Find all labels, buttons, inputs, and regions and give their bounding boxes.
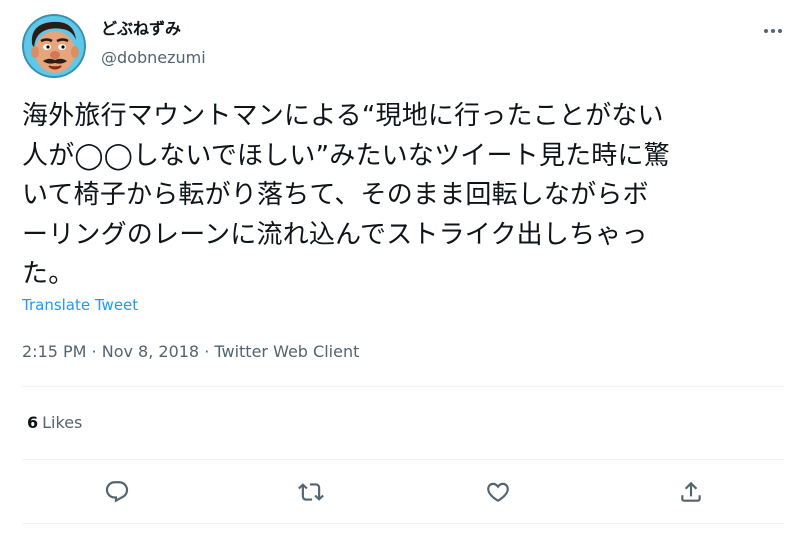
reply-button[interactable] <box>103 478 131 506</box>
share-icon <box>681 481 701 502</box>
divider <box>22 523 784 524</box>
more-options-button[interactable] <box>758 18 788 44</box>
heart-icon <box>487 482 509 502</box>
likes-count: 6 <box>27 413 39 432</box>
retweet-button[interactable] <box>297 478 325 506</box>
likes-label: Likes <box>42 413 83 432</box>
author-handle[interactable]: @dobnezumi <box>101 47 206 69</box>
retweet-icon <box>298 483 324 501</box>
more-horizontal-icon <box>764 29 782 33</box>
tweet-text: 海外旅行マウントマンによる“現地に行ったことがない 人が◯◯しないでほしい”みた… <box>22 101 670 289</box>
author-display-name[interactable]: どぶねずみ <box>101 18 181 40</box>
reply-icon <box>105 481 129 503</box>
divider <box>22 459 784 460</box>
tweet-timestamp-source[interactable]: 2:15 PM · Nov 8, 2018 · Twitter Web Clie… <box>22 341 359 363</box>
likes-stat[interactable]: 6 Likes <box>27 412 82 434</box>
cartoon-face-avatar-icon <box>22 14 86 78</box>
translate-tweet-link[interactable]: Translate Tweet <box>22 295 138 315</box>
share-button[interactable] <box>677 478 705 506</box>
divider <box>22 386 784 387</box>
like-button[interactable] <box>484 478 512 506</box>
avatar[interactable] <box>22 14 86 78</box>
